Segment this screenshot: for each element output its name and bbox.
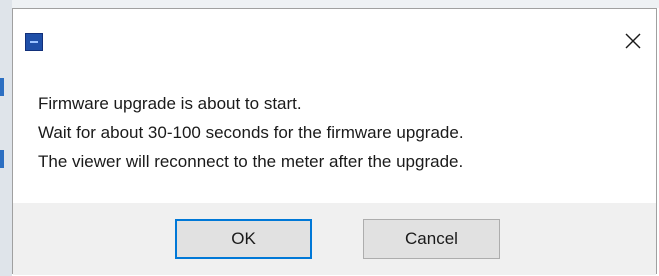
close-icon bbox=[625, 33, 641, 49]
message-line: Wait for about 30-100 seconds for the fi… bbox=[38, 123, 464, 142]
background-accent bbox=[0, 78, 4, 96]
close-button[interactable] bbox=[610, 21, 656, 61]
ok-button[interactable]: OK bbox=[175, 219, 312, 259]
dialog-content: Firmware upgrade is about to start. Wait… bbox=[13, 71, 656, 275]
background-accent bbox=[0, 150, 4, 168]
message-line: The viewer will reconnect to the meter a… bbox=[38, 152, 464, 171]
background-window-top bbox=[0, 0, 659, 8]
message-dialog: Firmware upgrade is about to start. Wait… bbox=[12, 8, 657, 275]
message-line: Firmware upgrade is about to start. bbox=[38, 94, 302, 113]
dialog-titlebar bbox=[13, 9, 656, 71]
app-icon bbox=[25, 33, 43, 51]
dialog-message: Firmware upgrade is about to start. Wait… bbox=[38, 89, 464, 176]
background-window-edge bbox=[0, 0, 12, 276]
dialog-button-bar: OK Cancel bbox=[13, 203, 656, 275]
screenshot-stage: Firmware upgrade is about to start. Wait… bbox=[0, 0, 659, 276]
cancel-button[interactable]: Cancel bbox=[363, 219, 500, 259]
